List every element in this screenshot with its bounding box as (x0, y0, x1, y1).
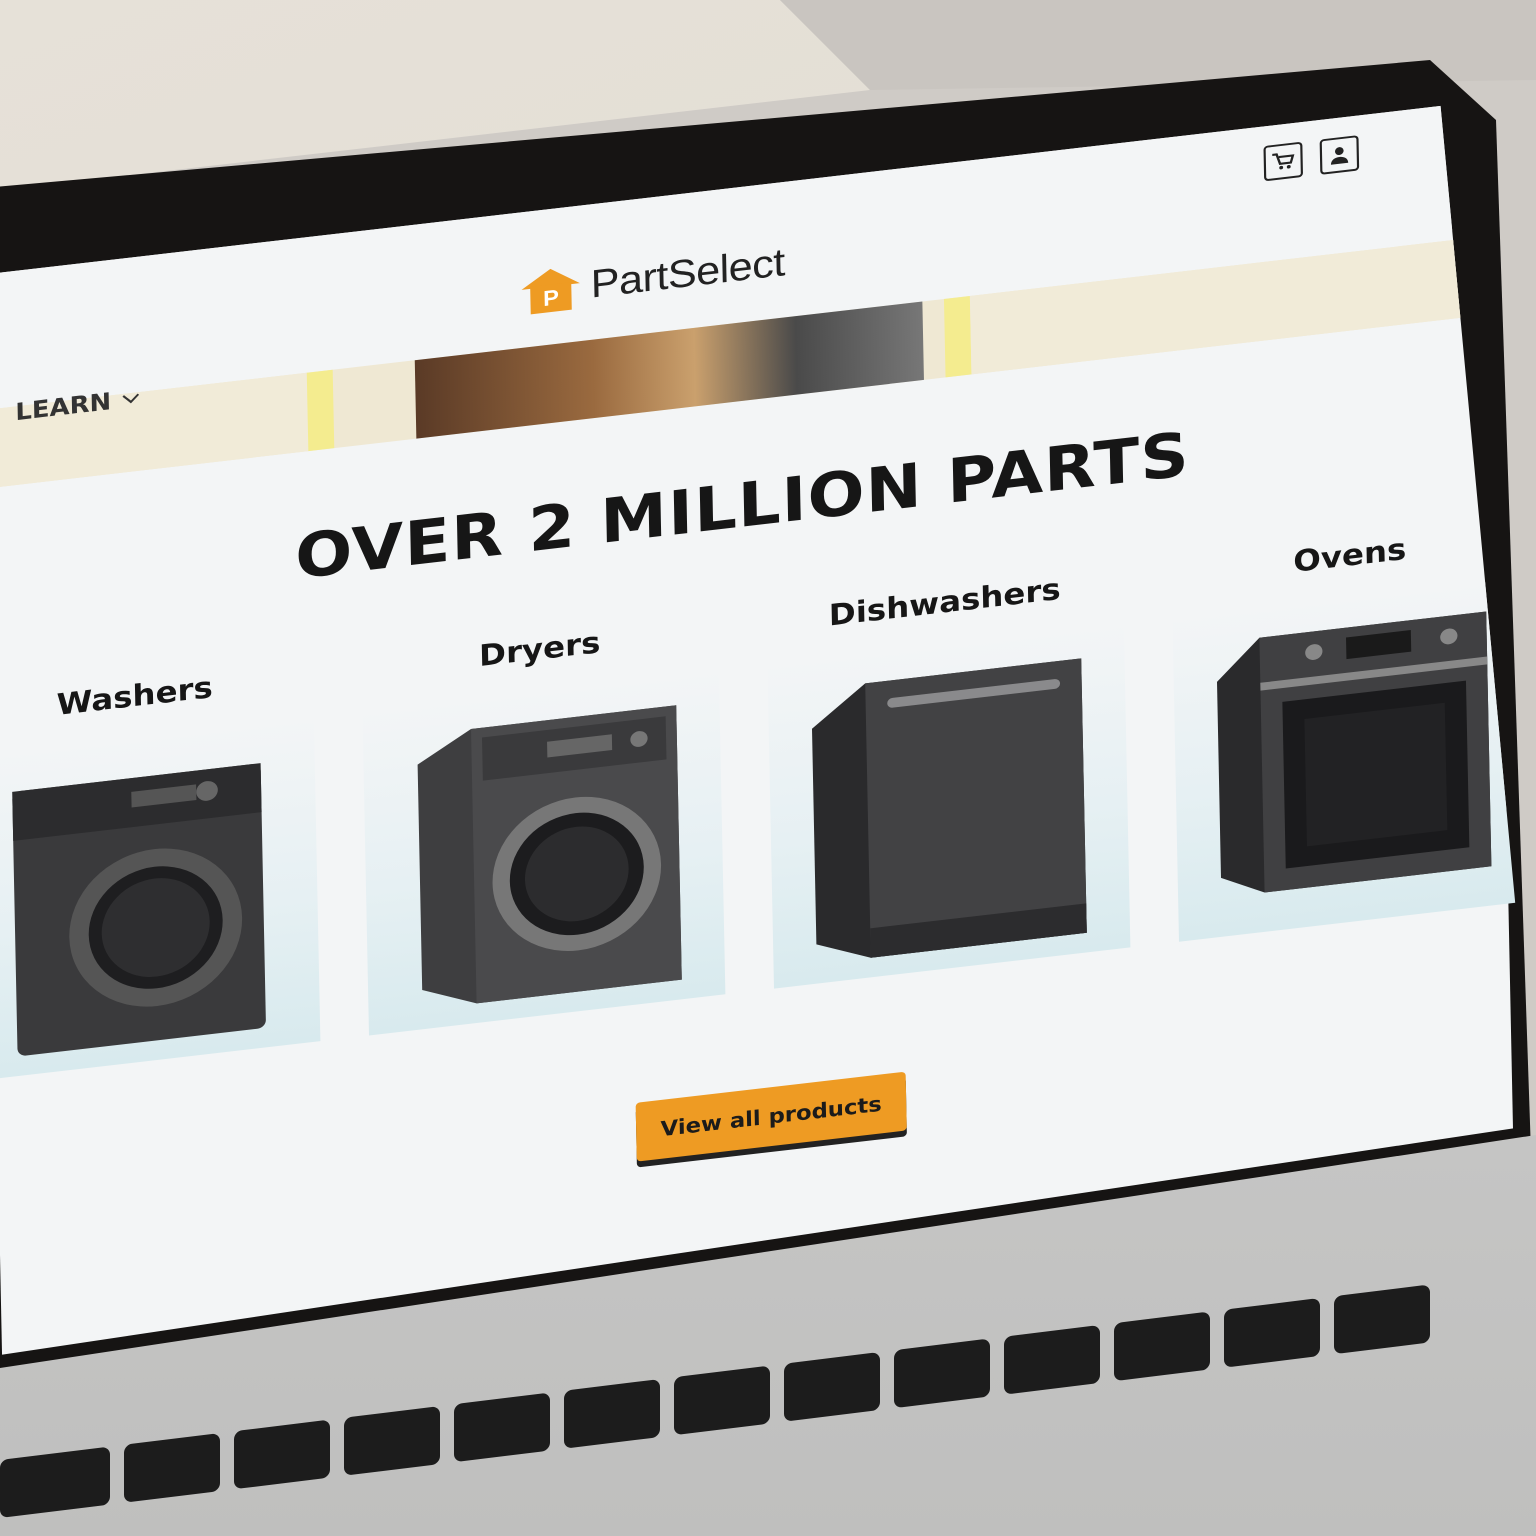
account-button[interactable] (1319, 135, 1360, 175)
washer-image (12, 763, 266, 1056)
dryer-image (417, 705, 682, 1004)
view-all-products-button[interactable]: View all products (635, 1071, 907, 1162)
banner-strip-yellow (943, 295, 972, 378)
user-icon (1330, 147, 1349, 165)
category-card-dryers[interactable]: Dryers (361, 612, 726, 1045)
chevron-down-icon (122, 393, 139, 404)
dishwasher-image (812, 658, 1087, 958)
cart-icon (1272, 153, 1295, 170)
category-card-washers[interactable]: Washers (0, 659, 321, 1092)
category-card-dishwashers[interactable]: Dishwashers (766, 565, 1131, 998)
category-card-ovens[interactable]: Ovens (1171, 518, 1536, 951)
cart-button[interactable] (1263, 141, 1304, 182)
category-grid: Washers Dryers Dishwashers Ovens (0, 518, 1536, 1112)
oven-image (1217, 611, 1492, 893)
logo-house-icon: P (521, 265, 580, 315)
brand-logo[interactable]: P PartSelect (521, 241, 785, 316)
banner-strip-yellow (306, 369, 335, 452)
brand-name: PartSelect (590, 240, 786, 307)
